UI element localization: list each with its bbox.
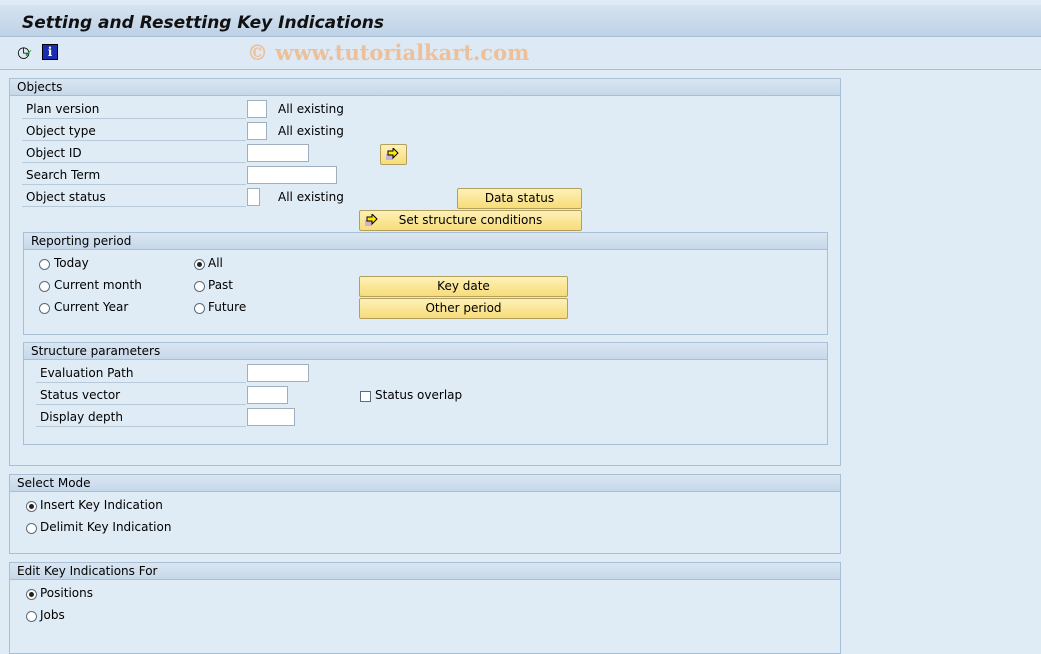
object-status-input[interactable] (247, 188, 260, 206)
plan-version-input[interactable] (247, 100, 267, 118)
object-id-label: Object ID (22, 144, 246, 163)
status-overlap-label: Status overlap (375, 388, 463, 402)
object-type-input[interactable] (247, 122, 267, 140)
radio-insert-key-indication[interactable] (26, 501, 37, 512)
edit-key-indications-group: Edit Key Indications For (9, 562, 841, 654)
object-status-note: All existing (278, 190, 344, 204)
execute-clock-icon[interactable]: ◷ ✓ (17, 43, 33, 61)
page-title: Setting and Resetting Key Indications (22, 13, 384, 33)
radio-label: Current month (54, 278, 142, 292)
watermark: © www.tutorialkart.com (247, 40, 530, 65)
object-id-select-button[interactable] (380, 144, 407, 165)
set-structure-conditions-button[interactable]: Set structure conditions (359, 210, 582, 231)
radio-label: Delimit Key Indication (40, 520, 172, 534)
key-date-button[interactable]: Key date (359, 276, 568, 297)
radio-today[interactable] (39, 259, 50, 270)
object-type-label: Object type (22, 122, 246, 141)
display-depth-label: Display depth (36, 408, 246, 427)
radio-current-year[interactable] (39, 303, 50, 314)
radio-label: All (208, 256, 223, 270)
radio-future[interactable] (194, 303, 205, 314)
button-label: Set structure conditions (398, 213, 543, 227)
object-status-label: Object status (22, 188, 246, 207)
arrow-right-icon (386, 148, 399, 160)
status-vector-label: Status vector (36, 386, 246, 405)
radio-label: Insert Key Indication (40, 498, 163, 512)
group-header: Objects (10, 79, 840, 96)
plan-version-label: Plan version (22, 100, 246, 119)
evaluation-path-label: Evaluation Path (36, 364, 246, 383)
data-status-button[interactable]: Data status (457, 188, 582, 209)
radio-past[interactable] (194, 281, 205, 292)
plan-version-note: All existing (278, 102, 344, 116)
radio-positions[interactable] (26, 589, 37, 600)
radio-label: Jobs (40, 608, 65, 622)
display-depth-input[interactable] (247, 408, 295, 426)
arrow-right-icon (365, 214, 378, 226)
radio-label: Future (208, 300, 247, 314)
object-type-note: All existing (278, 124, 344, 138)
radio-label: Past (208, 278, 234, 292)
group-header: Edit Key Indications For (10, 563, 840, 580)
title-bar: Setting and Resetting Key Indications (0, 5, 1041, 37)
radio-label: Today (54, 256, 89, 270)
radio-delimit-key-indication[interactable] (26, 523, 37, 534)
info-icon[interactable]: i (42, 44, 58, 60)
object-id-input[interactable] (247, 144, 309, 162)
status-vector-input[interactable] (247, 386, 288, 404)
search-term-input[interactable] (247, 166, 337, 184)
radio-current-month[interactable] (39, 281, 50, 292)
group-header: Structure parameters (24, 343, 827, 360)
group-header: Reporting period (24, 233, 827, 250)
group-header: Select Mode (10, 475, 840, 492)
other-period-button[interactable]: Other period (359, 298, 568, 319)
search-term-label: Search Term (22, 166, 246, 185)
evaluation-path-input[interactable] (247, 364, 309, 382)
radio-label: Positions (40, 586, 93, 600)
radio-jobs[interactable] (26, 611, 37, 622)
radio-label: Current Year (54, 300, 129, 314)
status-overlap-checkbox[interactable] (360, 391, 371, 402)
radio-all[interactable] (194, 259, 205, 270)
